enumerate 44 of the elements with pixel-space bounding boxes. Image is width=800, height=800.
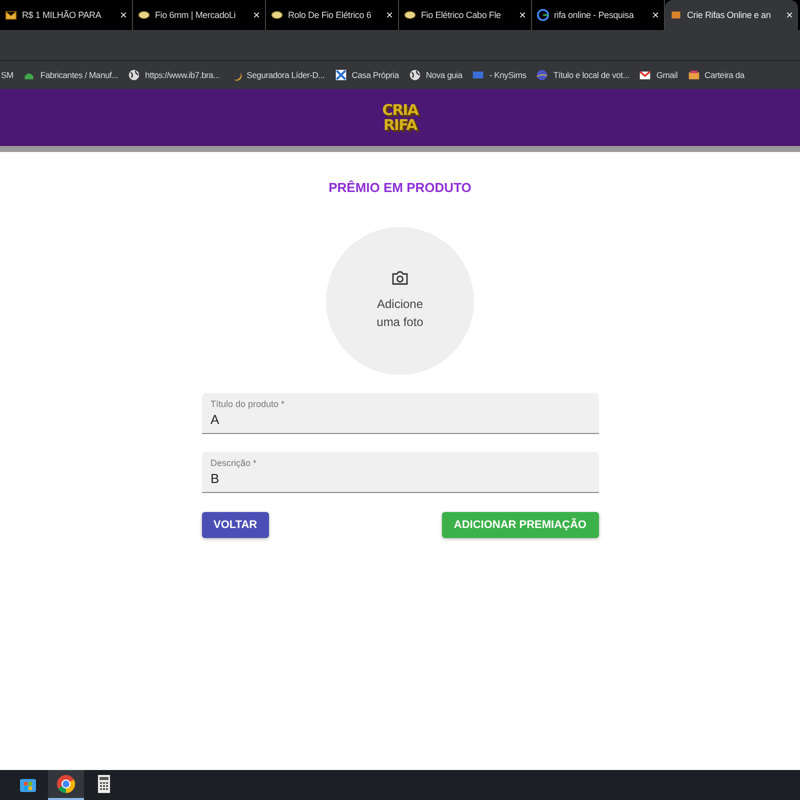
tab-title: rifa online - Pesquisa (554, 10, 635, 20)
bookmark-link[interactable]: Gmail (656, 70, 678, 80)
close-icon[interactable]: × (252, 8, 260, 22)
tab-title: Rolo De Fio Elétrico 6 (288, 10, 372, 20)
favicon-icon (138, 9, 150, 21)
bookmark-icon[interactable] (408, 69, 421, 81)
bookmark-icon[interactable] (334, 69, 347, 81)
bookmark-icon[interactable] (688, 69, 700, 81)
favicon-icon (537, 9, 549, 21)
close-icon[interactable]: × (652, 8, 659, 22)
bookmark-link[interactable]: Casa Própria (352, 70, 399, 80)
favicon-icon (5, 9, 17, 21)
favicon-icon (271, 9, 283, 21)
form-title: PRÊMIO EM PRODUTO (328, 180, 472, 195)
tab-title: Fio Elétrico Cabo Fle (421, 10, 502, 20)
favicon-icon (404, 9, 416, 21)
bookmark-icon[interactable] (639, 69, 652, 81)
bookmark-link[interactable]: Título e local de vot... (553, 70, 630, 80)
bookmark-link[interactable]: Seguradora Líder-D... (246, 70, 325, 80)
close-icon[interactable]: × (786, 8, 793, 22)
taskbar-app[interactable] (48, 770, 84, 800)
bookmark-link[interactable]: Fabricantes / Manuf... (40, 70, 118, 80)
favicon-icon (670, 9, 682, 21)
input-field[interactable]: Descrição * B (202, 452, 598, 493)
input-field[interactable]: Título do produto * A (202, 393, 598, 434)
camera-icon (392, 271, 408, 285)
close-icon[interactable]: × (386, 8, 393, 22)
tab-title: Fio 6mm | MercadoLi (155, 10, 237, 20)
photo-upload[interactable]: Adicione uma foto (326, 227, 474, 375)
browser-icon (56, 774, 76, 794)
back-button[interactable]: VOLTAR (202, 512, 270, 538)
bookmark-link[interactable]: Carteira da (704, 70, 744, 80)
bookmark-link[interactable]: Nova guia (426, 70, 462, 80)
bookmark-icon[interactable] (536, 69, 548, 81)
bookmark-icon[interactable] (128, 69, 140, 81)
bookmark-link[interactable]: SM (1, 70, 14, 80)
tab-title: Crie Rifas Online e an (687, 10, 772, 20)
tab-title: R$ 1 MILHÃO PARA (22, 10, 102, 20)
browser-tab[interactable]: Crie Rifas Online e an × (665, 0, 798, 30)
bookmark-link[interactable]: https://www.ib7.bra... (145, 70, 220, 80)
close-icon[interactable]: × (120, 8, 127, 22)
logo[interactable]: CRIA RIFA (382, 102, 418, 132)
close-icon[interactable]: × (518, 8, 526, 22)
bookmark-link[interactable]: - KnySims (489, 70, 526, 80)
